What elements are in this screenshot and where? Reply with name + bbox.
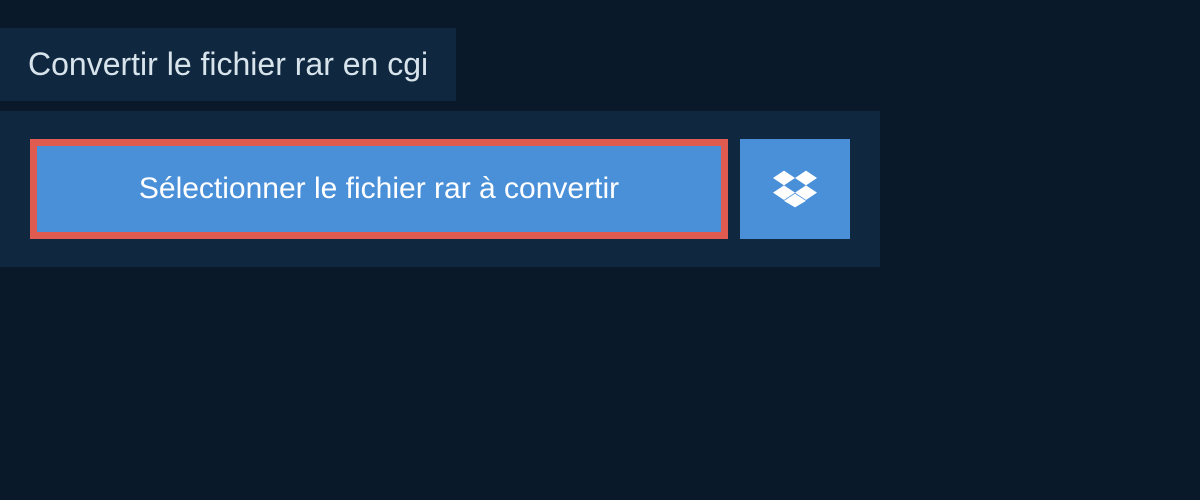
select-file-label: Sélectionner le fichier rar à convertir (139, 172, 619, 206)
select-file-button[interactable]: Sélectionner le fichier rar à convertir (30, 139, 728, 239)
dropbox-icon (773, 167, 817, 211)
dropbox-button[interactable] (740, 139, 850, 239)
page-header-tab: Convertir le fichier rar en cgi (0, 28, 456, 101)
page-title: Convertir le fichier rar en cgi (28, 46, 428, 83)
upload-panel: Sélectionner le fichier rar à convertir (0, 111, 880, 267)
